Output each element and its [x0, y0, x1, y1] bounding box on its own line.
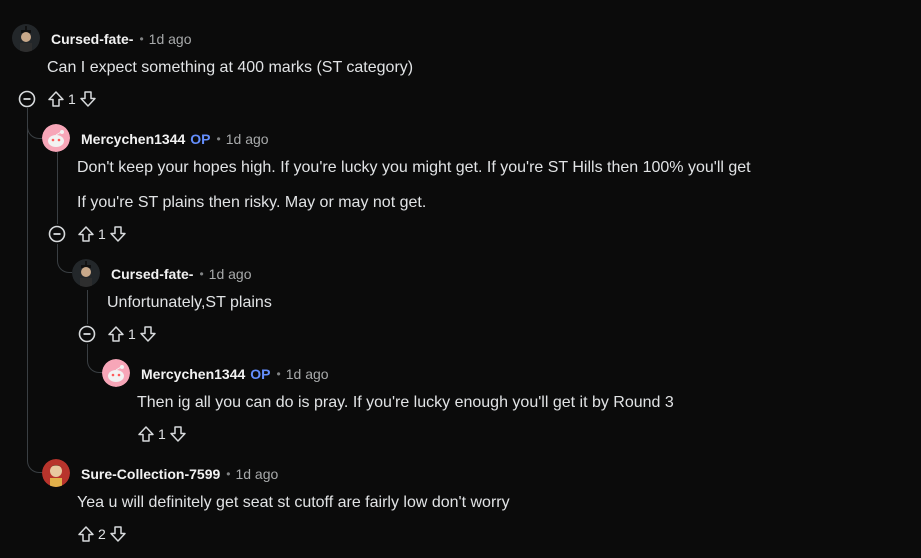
comment-text: Yea u will definitely get seat st cutoff…: [77, 494, 510, 511]
timestamp[interactable]: 1d ago: [149, 30, 192, 48]
avatar[interactable]: [42, 459, 70, 487]
vote-bar: 2: [77, 524, 127, 544]
avatar[interactable]: [102, 359, 130, 387]
avatar[interactable]: [72, 259, 100, 287]
upvote-arrow-icon: [78, 226, 94, 242]
separator-dot: •: [216, 132, 221, 146]
username[interactable]: Sure-Collection-7599: [81, 465, 220, 483]
comment-text: If you're ST plains then risky. May or m…: [77, 194, 427, 211]
collapse-button[interactable]: [77, 324, 97, 344]
timestamp[interactable]: 1d ago: [226, 130, 269, 148]
separator-dot: •: [226, 467, 231, 481]
collapse-minus-icon: [18, 90, 36, 108]
collapse-button[interactable]: [47, 224, 67, 244]
thread-branch-2: [57, 244, 72, 273]
avatar[interactable]: [12, 24, 40, 52]
separator-dot: •: [139, 32, 144, 46]
thread-branch-4: [27, 458, 42, 473]
separator-dot: •: [199, 267, 204, 281]
timestamp[interactable]: 1d ago: [235, 465, 278, 483]
avatar-sure-collection-icon: [42, 459, 70, 487]
timestamp[interactable]: 1d ago: [209, 265, 252, 283]
username[interactable]: Mercychen1344: [81, 130, 185, 148]
username[interactable]: Cursed-fate-: [51, 30, 133, 48]
upvote-arrow-icon: [78, 526, 94, 542]
downvote-arrow-icon: [170, 426, 186, 442]
downvote-button[interactable]: [169, 424, 187, 444]
thread-line-level-3: [87, 290, 88, 324]
score: 2: [98, 526, 106, 542]
score: 1: [98, 226, 106, 242]
comment-text: Can I expect something at 400 marks (ST …: [47, 59, 414, 76]
upvote-button[interactable]: [77, 524, 95, 544]
collapse-minus-icon: [78, 325, 96, 343]
vote-bar: 1: [137, 424, 187, 444]
upvote-button[interactable]: [137, 424, 155, 444]
score: 1: [68, 91, 76, 107]
avatar-cursed-fate-icon: [12, 24, 40, 52]
downvote-button[interactable]: [79, 89, 97, 109]
score: 1: [128, 326, 136, 342]
upvote-arrow-icon: [48, 91, 64, 107]
thread-line-level-2: [57, 150, 58, 224]
vote-bar: 1: [107, 324, 157, 344]
downvote-arrow-icon: [80, 91, 96, 107]
op-badge: OP: [190, 131, 211, 147]
downvote-arrow-icon: [110, 226, 126, 242]
vote-bar: 1: [77, 224, 127, 244]
downvote-button[interactable]: [109, 224, 127, 244]
comment-text: Then ig all you can do is pray. If you'r…: [137, 394, 674, 411]
upvote-button[interactable]: [107, 324, 125, 344]
op-badge: OP: [250, 366, 271, 382]
thread-line-level-1: [27, 108, 28, 458]
collapse-button[interactable]: [17, 89, 37, 109]
score: 1: [158, 426, 166, 442]
username[interactable]: Cursed-fate-: [111, 265, 193, 283]
avatar-mercychen-icon: [102, 359, 130, 387]
thread-branch-1: [27, 124, 42, 139]
downvote-button[interactable]: [109, 524, 127, 544]
separator-dot: •: [276, 367, 281, 381]
avatar[interactable]: [42, 124, 70, 152]
comment-text: Unfortunately,ST plains: [107, 294, 272, 311]
upvote-arrow-icon: [138, 426, 154, 442]
avatar-mercychen-icon: [42, 124, 70, 152]
collapse-minus-icon: [48, 225, 66, 243]
upvote-button[interactable]: [77, 224, 95, 244]
downvote-arrow-icon: [110, 526, 126, 542]
username[interactable]: Mercychen1344: [141, 365, 245, 383]
downvote-arrow-icon: [140, 326, 156, 342]
thread-branch-3: [87, 344, 102, 373]
vote-bar: 1: [47, 89, 97, 109]
downvote-button[interactable]: [139, 324, 157, 344]
comment-text: Don't keep your hopes high. If you're lu…: [77, 159, 751, 176]
upvote-button[interactable]: [47, 89, 65, 109]
avatar-cursed-fate-icon: [72, 259, 100, 287]
upvote-arrow-icon: [108, 326, 124, 342]
timestamp[interactable]: 1d ago: [286, 365, 329, 383]
